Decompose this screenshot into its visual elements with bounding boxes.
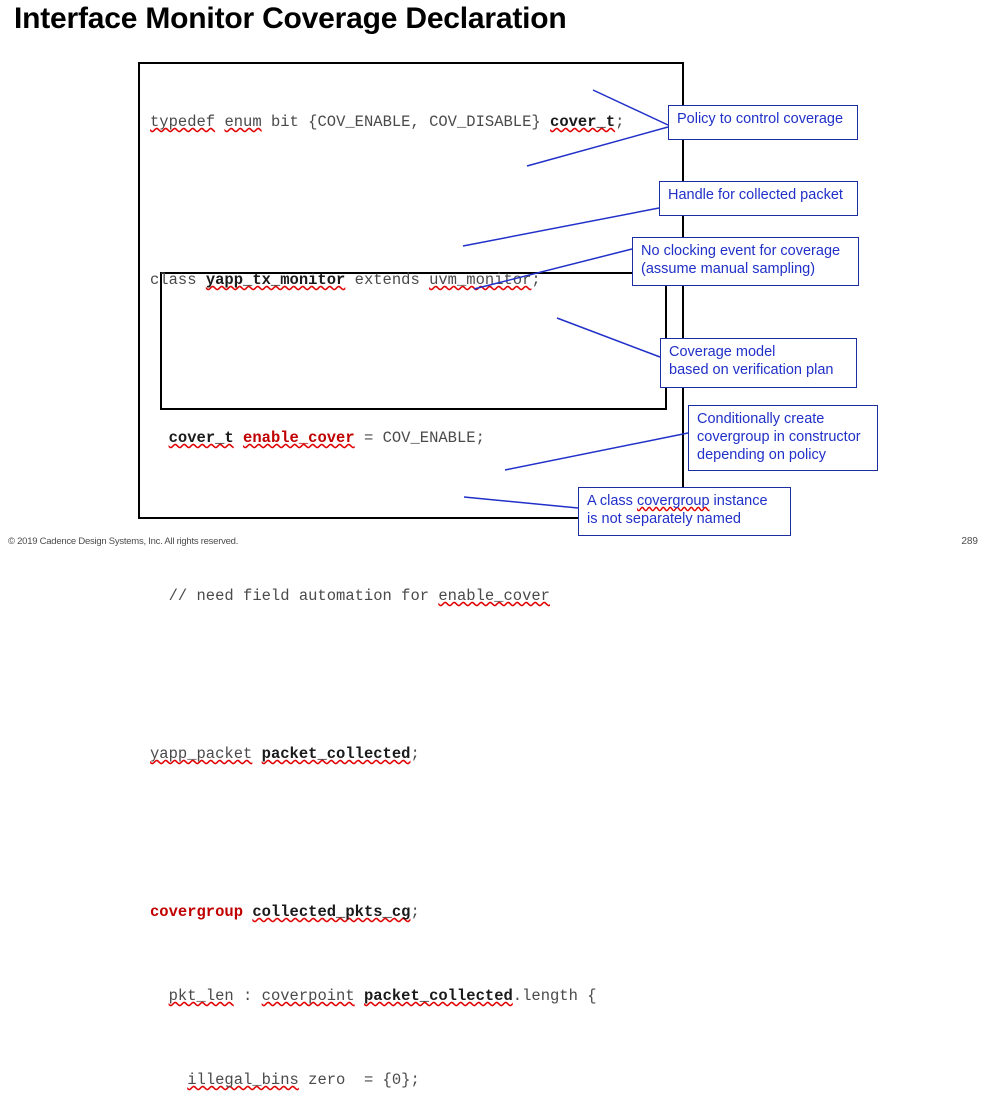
- token-zero-bin: zero = {0};: [298, 1071, 420, 1089]
- code-line-7: pkt_len : coverpoint packet_collected.le…: [150, 986, 750, 1007]
- token-packet-collected-ref: packet_collected: [363, 987, 513, 1005]
- token-base-class: uvm_monitor: [429, 271, 532, 289]
- token-class-name: yapp_tx_monitor: [205, 271, 346, 289]
- callout-coverage-model: Coverage model based on verification pla…: [660, 338, 857, 388]
- page-title: Interface Monitor Coverage Declaration: [14, 2, 567, 35]
- token-cover-t-decl: cover_t: [168, 429, 234, 447]
- token-illegal-bins: illegal_bins: [187, 1071, 299, 1089]
- callout-notnamed-line1c: instance: [709, 493, 768, 509]
- token-space-7: [355, 987, 364, 1005]
- callout-no-clocking-event: No clocking event for coverage (assume m…: [632, 237, 859, 286]
- code-line-5: yapp_packet packet_collected;: [150, 744, 750, 765]
- token-indent-8: [150, 1071, 187, 1089]
- token-class-kw: class: [150, 271, 206, 289]
- footer-page-number: 289: [961, 536, 978, 547]
- token-typedef: typedef: [150, 113, 216, 131]
- token-enum: enum: [224, 113, 262, 131]
- code-line-4: // need field automation for enable_cove…: [150, 586, 750, 607]
- code-blank-5: [150, 828, 750, 839]
- token-space-3: [234, 429, 243, 447]
- token-space-6: [243, 903, 252, 921]
- token-coverpoint-kw: coverpoint: [261, 987, 355, 1005]
- token-length-7: .length {: [512, 987, 597, 1005]
- callout-class-covergroup-not-named: A class covergroup instance is not separa…: [578, 487, 791, 536]
- token-indent-7: [150, 987, 169, 1005]
- token-comment-4b: enable_cover: [438, 587, 550, 605]
- code-listing: typedef enum bit {COV_ENABLE, COV_DISABL…: [150, 70, 750, 1106]
- code-blank-4: [150, 670, 750, 681]
- code-line-8: illegal_bins zero = {0};: [150, 1070, 750, 1091]
- code-line-6: covergroup collected_pkts_cg;: [150, 902, 750, 923]
- token-enable-cover-decl: enable_cover: [243, 429, 355, 447]
- token-pkt-len: pkt_len: [168, 987, 234, 1005]
- code-line-3: cover_t enable_cover = COV_ENABLE;: [150, 428, 750, 449]
- token-space-5: [252, 745, 261, 763]
- token-comment-4a: // need field automation for: [150, 587, 439, 605]
- token-semi-6: ;: [410, 903, 420, 921]
- callout-handle-for-collected-packet: Handle for collected packet: [659, 181, 858, 216]
- token-semi-1: ;: [615, 113, 625, 131]
- token-yapp-packet-type: yapp_packet: [150, 745, 253, 763]
- token-enum-body: bit {COV_ENABLE, COV_DISABLE}: [261, 113, 551, 131]
- token-cover-t-type: cover_t: [550, 113, 616, 131]
- token-indent-3: [150, 429, 169, 447]
- callout-notnamed-covergroup-word: covergroup: [636, 493, 710, 509]
- callout-notnamed-line1a: A class: [587, 493, 637, 509]
- token-covergroup-kw: covergroup: [150, 903, 244, 921]
- callout-policy-to-control-coverage: Policy to control coverage: [668, 105, 858, 140]
- token-semi-2: ;: [531, 271, 541, 289]
- token-covergroup-name: collected_pkts_cg: [252, 903, 411, 921]
- code-line-1: typedef enum bit {COV_ENABLE, COV_DISABL…: [150, 112, 750, 133]
- token-packet-collected-decl: packet_collected: [261, 745, 411, 763]
- token-colon-7: :: [233, 987, 262, 1005]
- token-semi-5: ;: [410, 745, 420, 763]
- token-assign-3: = COV_ENABLE;: [354, 429, 485, 447]
- callout-notnamed-line2: is not separately named: [587, 511, 741, 527]
- callout-conditionally-create-covergroup: Conditionally create covergroup in const…: [688, 405, 878, 471]
- token-extends-kw: extends: [345, 271, 430, 289]
